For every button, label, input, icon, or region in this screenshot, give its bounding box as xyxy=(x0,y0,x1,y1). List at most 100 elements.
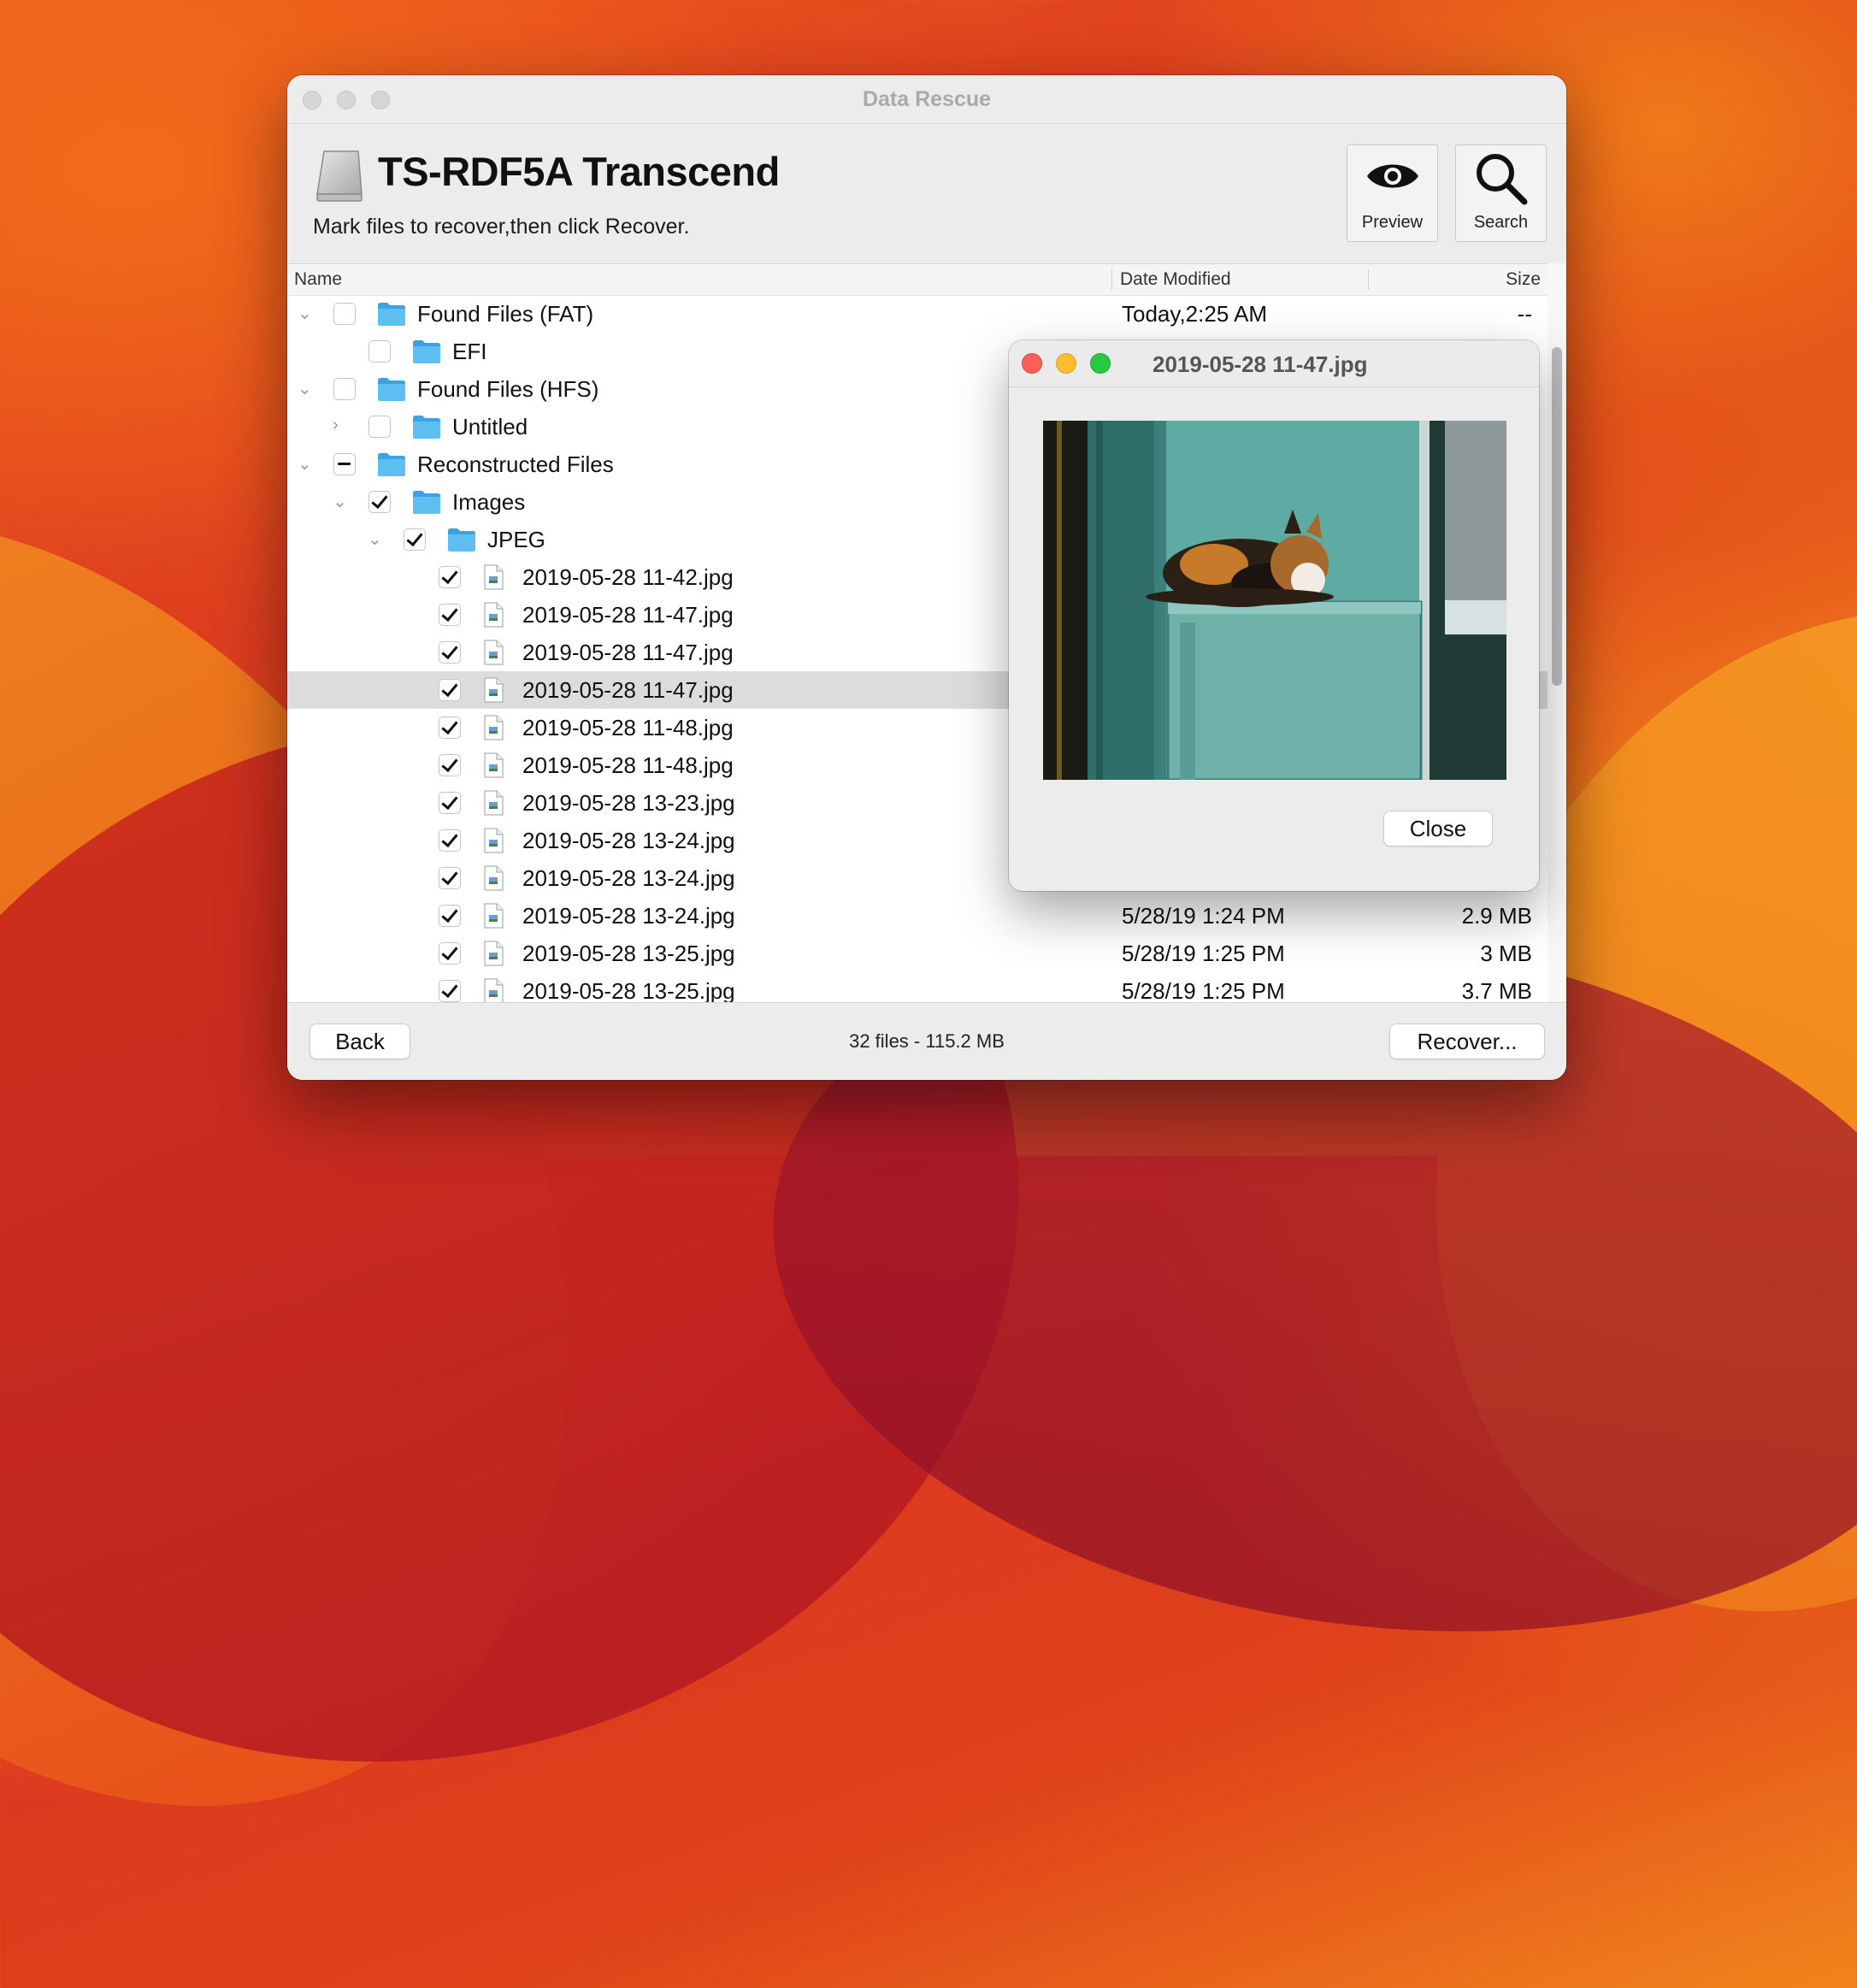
instructions-text: Mark files to recover,then click Recover… xyxy=(313,215,690,239)
item-name: 2019-05-28 13-24.jpg xyxy=(522,828,735,853)
preview-title: 2019-05-28 11-47.jpg xyxy=(1153,351,1368,377)
jpeg-file-icon xyxy=(482,677,504,709)
column-name[interactable]: Name xyxy=(294,269,342,290)
recover-checkbox[interactable] xyxy=(439,717,461,739)
recover-checkbox[interactable] xyxy=(439,754,461,776)
chevron-down-icon[interactable]: ⌄ xyxy=(298,453,315,474)
folder-icon xyxy=(412,414,441,445)
recover-checkbox[interactable] xyxy=(368,416,391,438)
scroll-thumb[interactable] xyxy=(1552,347,1562,686)
chevron-down-icon[interactable]: ⌄ xyxy=(298,378,315,398)
search-button[interactable]: Search xyxy=(1455,145,1547,242)
item-name: 2019-05-28 13-25.jpg xyxy=(522,978,735,1003)
zoom-window-button[interactable] xyxy=(1090,353,1111,374)
column-header: Name Date Modified Size xyxy=(287,264,1548,296)
recover-checkbox[interactable] xyxy=(368,491,391,513)
item-name: 2019-05-28 11-47.jpg xyxy=(522,602,734,628)
column-divider xyxy=(1368,269,1369,290)
recover-checkbox[interactable] xyxy=(404,528,426,551)
folder-icon xyxy=(412,339,441,370)
item-size: 3.7 MB xyxy=(1461,978,1532,1003)
item-name: 2019-05-28 13-24.jpg xyxy=(522,903,735,929)
jpeg-file-icon xyxy=(482,752,504,784)
file-row[interactable]: 2019-05-28 13-25.jpg 5/28/19 1:25 PM 3 MB xyxy=(287,935,1548,972)
item-name: 2019-05-28 11-42.jpg xyxy=(522,564,734,590)
recover-checkbox[interactable] xyxy=(439,792,461,814)
magnifier-icon xyxy=(1476,154,1527,205)
search-label: Search xyxy=(1473,213,1529,232)
recover-checkbox[interactable] xyxy=(439,641,461,664)
preview-window: 2019-05-28 11-47.jpg Close xyxy=(1009,340,1539,891)
recover-checkbox[interactable] xyxy=(439,867,461,889)
recover-checkbox[interactable] xyxy=(439,942,461,965)
close-preview-button[interactable]: Close xyxy=(1383,811,1493,847)
recover-checkbox[interactable] xyxy=(439,829,461,852)
item-size: 2.9 MB xyxy=(1461,903,1532,929)
column-date-modified[interactable]: Date Modified xyxy=(1120,269,1231,290)
item-date: Today,2:25 AM xyxy=(1122,301,1268,327)
folder-row[interactable]: ⌄ Found Files (FAT) Today,2:25 AM -- xyxy=(287,295,1548,333)
recover-checkbox[interactable] xyxy=(368,340,391,363)
folder-icon xyxy=(447,527,476,558)
device-name: TS-RDF5A Transcend xyxy=(378,149,780,194)
recover-checkbox[interactable] xyxy=(439,604,461,626)
jpeg-file-icon xyxy=(482,865,504,897)
file-row[interactable]: 2019-05-28 13-24.jpg 5/28/19 1:24 PM 2.9 M… xyxy=(287,897,1548,935)
recover-checkbox[interactable] xyxy=(439,679,461,701)
recover-checkbox[interactable] xyxy=(333,378,356,400)
status-summary: 32 files - 115.2 MB xyxy=(849,1030,1005,1052)
recover-checkbox[interactable] xyxy=(333,453,356,475)
item-name: JPEG xyxy=(487,527,545,552)
item-name: 2019-05-28 11-47.jpg xyxy=(522,677,734,703)
item-name: EFI xyxy=(452,339,487,364)
preview-title-bar[interactable]: 2019-05-28 11-47.jpg xyxy=(1009,340,1539,387)
minimize-window-button[interactable] xyxy=(1056,353,1076,374)
item-name: 2019-05-28 11-47.jpg xyxy=(522,640,734,665)
recover-checkbox[interactable] xyxy=(333,303,356,325)
recover-checkbox[interactable] xyxy=(439,905,461,927)
item-date: 5/28/19 1:25 PM xyxy=(1122,978,1285,1003)
file-row[interactable]: 2019-05-28 13-25.jpg 5/28/19 1:25 PM 3.7 M… xyxy=(287,972,1548,1003)
item-size: 3 MB xyxy=(1480,941,1532,966)
jpeg-file-icon xyxy=(482,640,504,671)
item-name: Untitled xyxy=(452,414,528,439)
chevron-down-icon[interactable]: ⌄ xyxy=(298,303,315,323)
item-name: Reconstructed Files xyxy=(417,451,614,477)
jpeg-file-icon xyxy=(482,978,504,1003)
item-size: -- xyxy=(1517,301,1532,327)
window-title: Data Rescue xyxy=(862,87,992,111)
device-header: TS-RDF5A Transcend Mark files to recover… xyxy=(287,124,1566,263)
chevron-down-icon[interactable]: ⌄ xyxy=(368,528,385,549)
item-name: 2019-05-28 13-25.jpg xyxy=(522,941,735,966)
jpeg-file-icon xyxy=(482,564,504,596)
jpeg-file-icon xyxy=(482,828,504,859)
preview-button[interactable]: Preview xyxy=(1347,145,1438,242)
jpeg-file-icon xyxy=(482,602,504,634)
title-bar[interactable]: Data Rescue xyxy=(287,75,1566,124)
close-window-button[interactable] xyxy=(1022,353,1042,374)
folder-icon xyxy=(377,301,406,333)
item-name: 2019-05-28 11-48.jpg xyxy=(522,752,734,778)
item-name: Found Files (FAT) xyxy=(417,301,594,327)
jpeg-file-icon xyxy=(482,941,504,972)
external-drive-icon xyxy=(316,150,363,202)
item-name: 2019-05-28 11-48.jpg xyxy=(522,715,734,740)
jpeg-file-icon xyxy=(482,715,504,746)
vertical-scrollbar[interactable] xyxy=(1548,263,1566,1002)
item-name: 2019-05-28 13-23.jpg xyxy=(522,790,735,816)
item-date: 5/28/19 1:24 PM xyxy=(1122,903,1285,929)
jpeg-file-icon xyxy=(482,903,504,935)
preview-label: Preview xyxy=(1361,213,1424,232)
chevron-right-icon[interactable]: › xyxy=(333,416,350,436)
folder-icon xyxy=(377,451,406,483)
item-date: 5/28/19 1:25 PM xyxy=(1122,941,1285,966)
column-size[interactable]: Size xyxy=(1506,269,1541,290)
chevron-down-icon[interactable]: ⌄ xyxy=(333,491,350,511)
recover-checkbox[interactable] xyxy=(439,566,461,588)
jpeg-file-icon xyxy=(482,790,504,822)
item-name: Images xyxy=(452,489,526,515)
item-name: Found Files (HFS) xyxy=(417,376,599,402)
recover-button[interactable]: Recover... xyxy=(1389,1023,1545,1059)
recover-checkbox[interactable] xyxy=(439,980,461,1002)
column-divider xyxy=(1111,269,1112,290)
